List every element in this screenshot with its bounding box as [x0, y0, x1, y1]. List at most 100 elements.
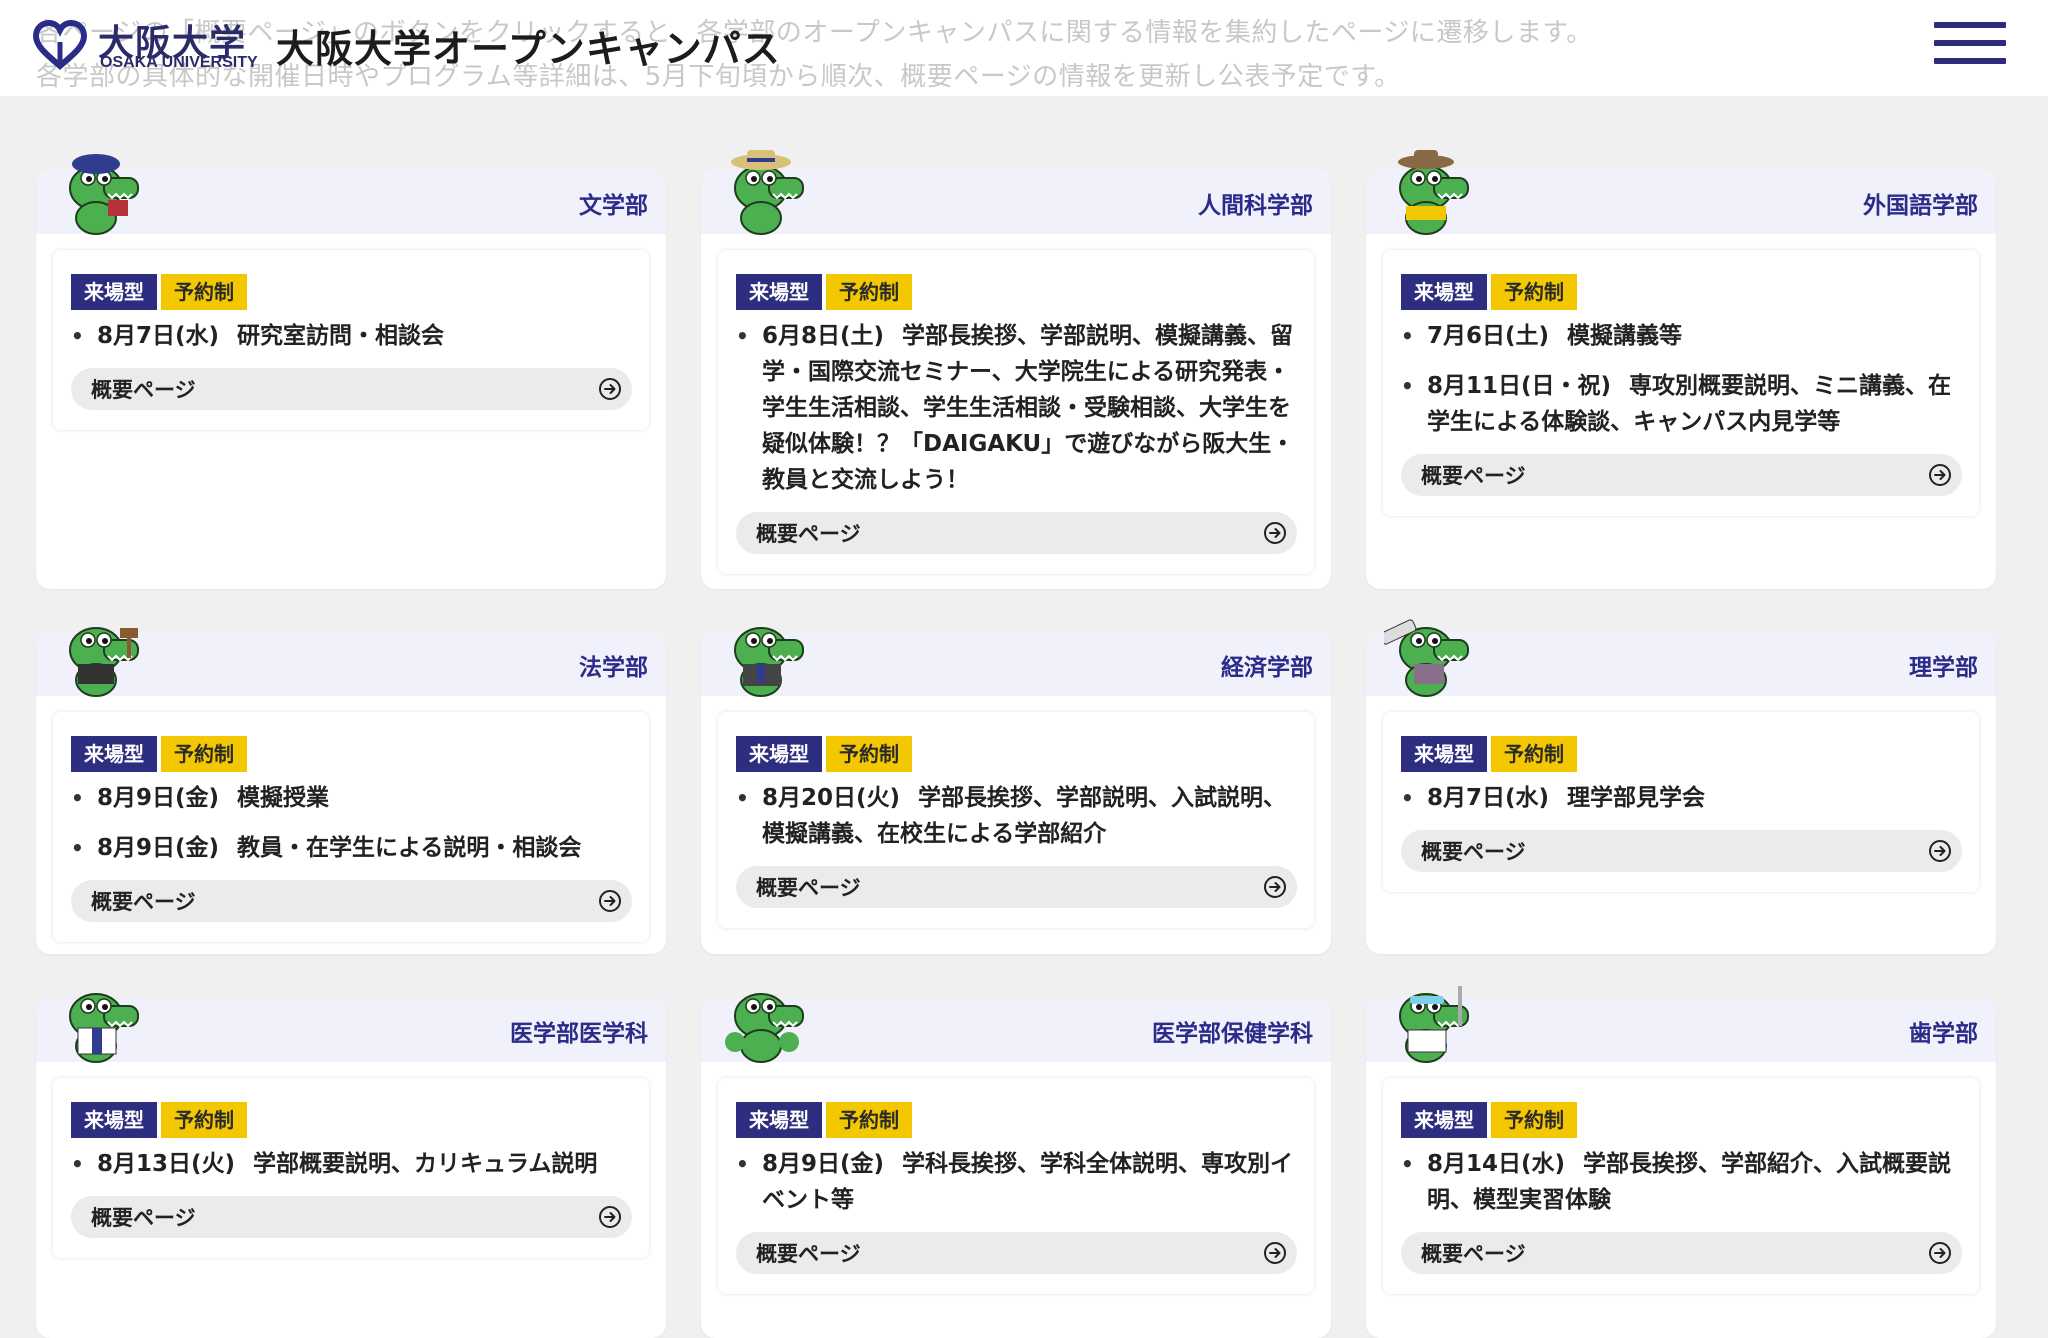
overview-page-button[interactable]: 概要ページ: [71, 368, 632, 410]
reservation-badge: 予約制: [161, 736, 247, 772]
faculty-name: 人間科学部: [1198, 193, 1313, 219]
card-header: 歯学部: [1366, 986, 1996, 1063]
event-list: 6月8日(土)学部長挨拶、学部説明、模擬講義、留学・国際交流セミナー、大学院生に…: [736, 318, 1297, 498]
faculty-card: 歯学部 来場型予約制 8月14日(水)学部長挨拶、学部紹介、入試概要説明、模型実…: [1366, 986, 1996, 1338]
overview-page-label: 概要ページ: [756, 522, 861, 546]
card-header: 経済学部: [701, 627, 1331, 697]
faculty-name: 外国語学部: [1863, 193, 1978, 219]
arrow-right-circle-icon: [1264, 522, 1286, 544]
event-list: 8月9日(金) 模擬授業 8月9日(金) 教員・在学生による説明・相談会: [71, 780, 632, 866]
faculty-card: 経済学部 来場型予約制 8月20日(火)学部長挨拶、学部説明、入試説明、模擬講義…: [701, 627, 1331, 954]
event-description: 模擬授業: [237, 785, 330, 811]
overview-page-label: 概要ページ: [1421, 840, 1526, 864]
faculty-card: 人間科学部 来場型予約制 6月8日(土)学部長挨拶、学部説明、模擬講義、留学・国…: [701, 150, 1331, 589]
badge-row: 来場型 予約制: [736, 736, 1297, 772]
badge-row: 来場型 予約制: [1401, 1102, 1962, 1138]
overview-page-button[interactable]: 概要ページ: [1401, 454, 1962, 496]
venue-badge: 来場型: [736, 736, 822, 772]
badge-row: 来場型 予約制: [1401, 736, 1962, 772]
university-emblem-icon: [32, 20, 88, 70]
event-date: 8月14日(水): [1427, 1151, 1566, 1177]
overview-page-button[interactable]: 概要ページ: [736, 1232, 1297, 1274]
event-description: 理学部見学会: [1567, 785, 1706, 811]
event-list: 8月14日(水)学部長挨拶、学部紹介、入試概要説明、模型実習体験: [1401, 1146, 1962, 1218]
faculty-name: 理学部: [1909, 655, 1978, 681]
event-list: 8月20日(火)学部長挨拶、学部説明、入試説明、模擬講義、在校生による学部紹介: [736, 780, 1297, 852]
overview-page-button[interactable]: 概要ページ: [1401, 830, 1962, 872]
faculty-name: 医学部医学科: [510, 1021, 648, 1047]
venue-badge: 来場型: [736, 274, 822, 310]
venue-badge: 来場型: [71, 274, 157, 310]
faculty-card: 医学部医学科 来場型予約制 8月13日(火) 学部概要説明、カリキュラム説明 概要…: [36, 993, 666, 1338]
event-item: 8月20日(火)学部長挨拶、学部説明、入試説明、模擬講義、在校生による学部紹介: [736, 780, 1297, 852]
badge-row: 来場型 予約制: [1401, 274, 1962, 310]
overview-page-button[interactable]: 概要ページ: [736, 512, 1297, 554]
reservation-badge: 予約制: [1491, 1102, 1577, 1138]
event-panel: 来場型予約制 8月20日(火)学部長挨拶、学部説明、入試説明、模擬講義、在校生に…: [718, 712, 1314, 928]
overview-page-label: 概要ページ: [91, 378, 196, 402]
overview-page-button[interactable]: 概要ページ: [71, 1196, 632, 1238]
overview-page-button[interactable]: 概要ページ: [736, 866, 1297, 908]
event-panel: 来場型予約制 8月9日(金) 模擬授業 8月9日(金) 教員・在学生による説明・相談会…: [53, 712, 649, 942]
event-item: 8月9日(金) 教員・在学生による説明・相談会: [71, 830, 632, 866]
faculty-name: 医学部保健学科: [1152, 1021, 1313, 1047]
osaka-university-logo[interactable]: 大阪大学 OSAKA UNIVERSITY: [32, 14, 258, 76]
arrow-right-circle-icon: [1929, 1242, 1951, 1264]
card-header: 医学部医学科: [36, 993, 666, 1063]
reservation-badge: 予約制: [1491, 274, 1577, 310]
faculty-card: 外国語学部 来場型予約制 7月6日(土) 模擬講義等 8月11日(日・祝)専攻別概要…: [1366, 150, 1996, 589]
venue-badge: 来場型: [736, 1102, 822, 1138]
reservation-badge: 予約制: [826, 274, 912, 310]
badge-row: 来場型 予約制: [71, 1102, 632, 1138]
venue-badge: 来場型: [1401, 1102, 1487, 1138]
badge-row: 来場型 予約制: [71, 736, 632, 772]
overview-page-label: 概要ページ: [91, 890, 196, 914]
badge-row: 来場型 予約制: [736, 1102, 1297, 1138]
event-item: 8月14日(水)学部長挨拶、学部紹介、入試概要説明、模型実習体験: [1401, 1146, 1962, 1218]
badge-row: 来場型 予約制: [736, 274, 1297, 310]
event-panel: 来場型予約制 8月13日(火) 学部概要説明、カリキュラム説明 概要ページ: [53, 1078, 649, 1258]
logo-english: OSAKA UNIVERSITY: [100, 54, 258, 71]
faculty-name: 経済学部: [1221, 655, 1313, 681]
intro-text-line1: 各ページの「概要ページ」のボタンをクリックすると、各学部のオープンキャンパスに関…: [36, 18, 1593, 48]
event-item: 8月9日(金)学科長挨拶、学科全体説明、専攻別イベント等: [736, 1146, 1297, 1218]
event-date: 8月9日(金): [97, 785, 220, 811]
reservation-badge: 予約制: [161, 1102, 247, 1138]
event-item: 7月6日(土) 模擬講義等: [1401, 318, 1962, 354]
event-panel: 来場型予約制 8月9日(金)学科長挨拶、学科全体説明、専攻別イベント等 概要ペー…: [718, 1078, 1314, 1294]
overview-page-label: 概要ページ: [91, 1206, 196, 1230]
reservation-badge: 予約制: [161, 274, 247, 310]
overview-page-label: 概要ページ: [756, 876, 861, 900]
card-header: 理学部: [1366, 619, 1996, 697]
event-date: 8月11日(日・祝): [1427, 373, 1612, 399]
overview-page-button[interactable]: 概要ページ: [71, 880, 632, 922]
card-header: 法学部: [36, 627, 666, 697]
event-list: 7月6日(土) 模擬講義等 8月11日(日・祝)専攻別概要説明、ミニ講義、在学生によ…: [1401, 318, 1962, 440]
event-item: 8月7日(水) 研究室訪問・相談会: [71, 318, 632, 354]
event-item: 8月11日(日・祝)専攻別概要説明、ミニ講義、在学生による体験談、キャンパス内見…: [1401, 368, 1962, 440]
event-date: 8月9日(金): [97, 835, 220, 861]
card-header: 医学部保健学科: [701, 993, 1331, 1063]
venue-badge: 来場型: [71, 1102, 157, 1138]
event-item: 8月9日(金) 模擬授業: [71, 780, 632, 816]
site-header: 各ページの「概要ページ」のボタンをクリックすると、各学部のオープンキャンパスに関…: [0, 0, 2048, 96]
card-header: 文学部: [36, 154, 666, 235]
reservation-badge: 予約制: [1491, 736, 1577, 772]
arrow-right-circle-icon: [1264, 1242, 1286, 1264]
overview-page-button[interactable]: 概要ページ: [1401, 1232, 1962, 1274]
hamburger-menu-icon[interactable]: [1934, 20, 2006, 68]
event-list: 8月9日(金)学科長挨拶、学科全体説明、専攻別イベント等: [736, 1146, 1297, 1218]
event-list: 8月7日(水) 研究室訪問・相談会: [71, 318, 632, 354]
event-description: 教員・在学生による説明・相談会: [237, 835, 582, 861]
venue-badge: 来場型: [1401, 736, 1487, 772]
faculty-card: 医学部保健学科 来場型予約制 8月9日(金)学科長挨拶、学科全体説明、専攻別イベ…: [701, 993, 1331, 1338]
reservation-badge: 予約制: [826, 736, 912, 772]
event-description: 学部概要説明、カリキュラム説明: [253, 1151, 598, 1177]
arrow-right-circle-icon: [1929, 464, 1951, 486]
event-date: 8月9日(金): [762, 1151, 885, 1177]
overview-page-label: 概要ページ: [1421, 464, 1526, 488]
event-panel: 来場型予約制 8月7日(水) 理学部見学会 概要ページ: [1383, 712, 1979, 892]
event-date: 8月7日(水): [97, 323, 220, 349]
event-item: 8月13日(火) 学部概要説明、カリキュラム説明: [71, 1146, 632, 1182]
faculty-card: 法学部 来場型予約制 8月9日(金) 模擬授業 8月9日(金) 教員・在学生による説明…: [36, 627, 666, 954]
